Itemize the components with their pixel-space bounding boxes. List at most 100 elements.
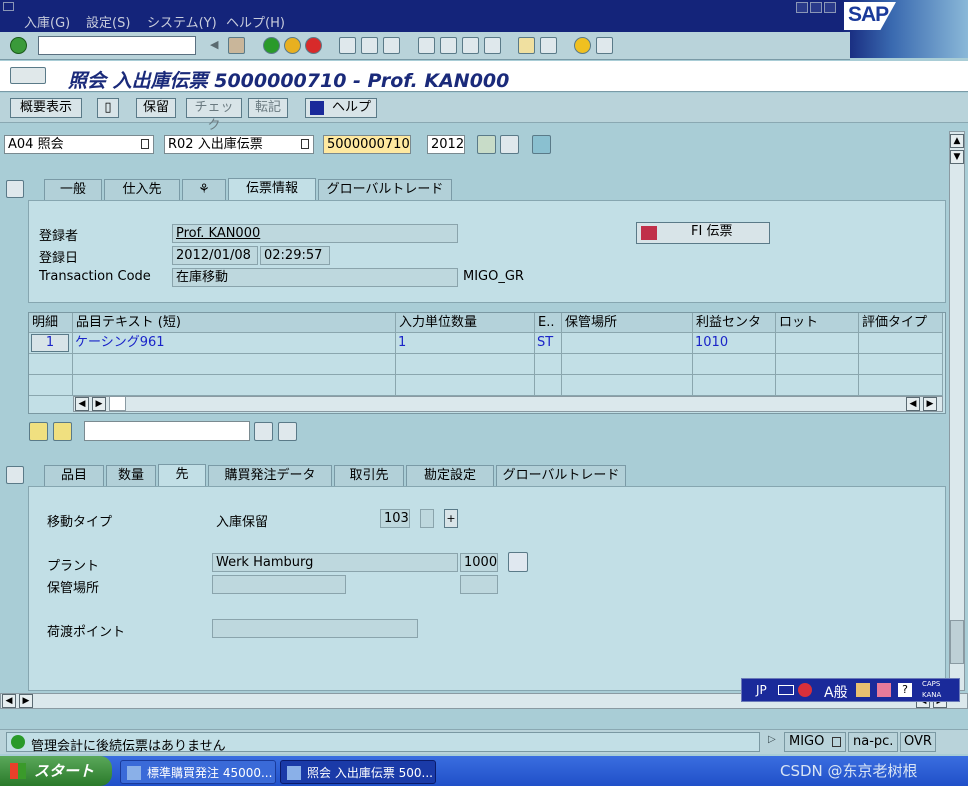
sort-icon[interactable] bbox=[29, 422, 48, 441]
menu-goods-receipt[interactable]: 入庫(G) bbox=[24, 12, 70, 31]
taskbar-item-po[interactable]: 標準購買発注 45000... bbox=[120, 760, 276, 784]
dictionary-icon[interactable] bbox=[856, 683, 870, 697]
tab-global-trade-item[interactable]: グローバルトレード bbox=[496, 465, 626, 486]
keyboard-icon[interactable] bbox=[778, 685, 794, 695]
col-valuation-type[interactable]: 評価タイプ bbox=[859, 313, 943, 333]
post-button[interactable]: 転記 bbox=[248, 98, 288, 118]
help-button[interactable]: ヘルプ bbox=[305, 98, 377, 118]
col-quantity[interactable]: 入力単位数量 bbox=[396, 313, 535, 333]
grid-scroll-thumb[interactable] bbox=[109, 396, 126, 411]
empty-cell[interactable] bbox=[776, 375, 859, 396]
empty-cell[interactable] bbox=[693, 375, 776, 396]
overview-button[interactable]: 概要表示 bbox=[10, 98, 82, 118]
scroll-left-icon[interactable]: ◀ bbox=[75, 397, 89, 411]
scroll-left-icon[interactable]: ◀ bbox=[906, 397, 920, 411]
cell-quantity[interactable]: 1 bbox=[396, 333, 535, 354]
table-row[interactable] bbox=[29, 354, 73, 375]
line-number-button[interactable]: 1 bbox=[31, 334, 69, 352]
scroll-left-icon[interactable]: ◀ bbox=[2, 694, 16, 708]
create-session-icon[interactable] bbox=[518, 37, 535, 54]
find-document-icon[interactable] bbox=[500, 135, 519, 154]
print-icon[interactable] bbox=[339, 37, 356, 54]
cell-profit-center[interactable]: 1010 bbox=[693, 333, 776, 354]
tools-icon[interactable] bbox=[877, 683, 891, 697]
display-change-icon[interactable] bbox=[10, 67, 46, 84]
first-page-icon[interactable] bbox=[418, 37, 435, 54]
tab-account-assignment[interactable]: 勘定設定 bbox=[406, 465, 494, 486]
empty-cell[interactable] bbox=[562, 375, 693, 396]
menu-settings[interactable]: 設定(S) bbox=[86, 12, 130, 31]
col-batch[interactable]: ロット bbox=[776, 313, 859, 333]
empty-cell[interactable] bbox=[396, 375, 535, 396]
ime-help-icon[interactable]: ? bbox=[898, 683, 912, 697]
scroll-thumb[interactable] bbox=[950, 620, 964, 664]
find-icon[interactable] bbox=[361, 37, 378, 54]
tab-partner[interactable]: 取引先 bbox=[334, 465, 404, 486]
layout-menu-icon[interactable] bbox=[596, 37, 613, 54]
empty-cell[interactable] bbox=[73, 375, 396, 396]
empty-cell[interactable] bbox=[859, 375, 943, 396]
tab-doc-info[interactable]: 伝票情報 bbox=[228, 178, 316, 200]
year-input[interactable]: 2012 bbox=[427, 135, 465, 154]
layout-icon[interactable] bbox=[532, 135, 551, 154]
history-arrow-icon[interactable]: ◀ bbox=[210, 37, 220, 54]
enter-icon[interactable] bbox=[10, 37, 27, 54]
command-field[interactable] bbox=[38, 36, 196, 55]
tab-quantity[interactable]: 数量 bbox=[106, 465, 156, 486]
grid-horizontal-scrollbar[interactable] bbox=[73, 396, 943, 412]
tab-vendor[interactable]: 仕入先 bbox=[104, 179, 180, 200]
movement-type-plus-button[interactable]: + bbox=[444, 509, 458, 528]
help-icon[interactable] bbox=[574, 37, 591, 54]
empty-cell[interactable] bbox=[396, 354, 535, 375]
cancel-icon[interactable] bbox=[305, 37, 322, 54]
empty-cell[interactable] bbox=[859, 354, 943, 375]
empty-cell[interactable] bbox=[535, 375, 562, 396]
vertical-scrollbar[interactable] bbox=[949, 131, 965, 691]
expand-status-icon[interactable]: ▷ bbox=[768, 734, 776, 745]
table-row[interactable] bbox=[29, 375, 73, 396]
tab-partner-icon[interactable]: ⚘ bbox=[182, 179, 226, 200]
tab-global-trade[interactable]: グローバルトレード bbox=[318, 179, 452, 200]
tab-destination[interactable]: 先 bbox=[158, 464, 206, 486]
document-number-input[interactable]: 5000000710 bbox=[323, 135, 411, 154]
col-profit-center[interactable]: 利益センタ bbox=[693, 313, 776, 333]
action-select[interactable]: A04 照会 bbox=[4, 135, 154, 154]
collapse-header-icon[interactable] bbox=[6, 180, 24, 198]
input-mode[interactable]: A般 bbox=[824, 682, 848, 702]
scroll-right-icon[interactable]: ▶ bbox=[92, 397, 106, 411]
scroll-down-icon[interactable]: ▼ bbox=[950, 150, 964, 164]
ime-language[interactable]: JP bbox=[756, 683, 767, 697]
filter-icon[interactable] bbox=[53, 422, 72, 441]
tab-po-data[interactable]: 購買発注データ bbox=[208, 465, 332, 486]
new-document-icon[interactable]: ▯ bbox=[97, 98, 119, 118]
scroll-right-icon[interactable]: ▶ bbox=[19, 694, 33, 708]
scroll-up-icon[interactable]: ▲ bbox=[950, 134, 964, 148]
exit-icon[interactable] bbox=[284, 37, 301, 54]
find-next-icon[interactable] bbox=[383, 37, 400, 54]
empty-cell[interactable] bbox=[535, 354, 562, 375]
cell-material-text[interactable]: ケーシング961 bbox=[73, 333, 396, 354]
ime-pad-icon[interactable] bbox=[798, 683, 812, 697]
close-icon[interactable] bbox=[824, 2, 836, 13]
cell-storage-location[interactable] bbox=[562, 333, 693, 354]
grid-find-next-icon[interactable] bbox=[278, 422, 297, 441]
taskbar-item-migo[interactable]: 照会 入出庫伝票 500... bbox=[280, 760, 436, 784]
check-button[interactable]: チェック bbox=[186, 98, 242, 133]
shortcut-icon[interactable] bbox=[540, 37, 557, 54]
scroll-right-icon[interactable]: ▶ bbox=[923, 397, 937, 411]
document-type-select[interactable]: R02 入出庫伝票 bbox=[164, 135, 314, 154]
save-icon[interactable] bbox=[228, 37, 245, 54]
collapse-detail-icon[interactable] bbox=[6, 466, 24, 484]
menu-system[interactable]: システム(Y) bbox=[147, 12, 217, 31]
fi-document-button[interactable]: FI 伝票 bbox=[636, 222, 770, 244]
col-material-text[interactable]: 品目テキスト (短) bbox=[73, 313, 396, 333]
next-page-icon[interactable] bbox=[462, 37, 479, 54]
empty-cell[interactable] bbox=[776, 354, 859, 375]
menu-help[interactable]: ヘルプ(H) bbox=[226, 12, 285, 31]
col-unit[interactable]: E.. bbox=[535, 313, 562, 333]
plant-address-icon[interactable] bbox=[508, 552, 528, 572]
back-icon[interactable] bbox=[263, 37, 280, 54]
cell-unit[interactable]: ST bbox=[535, 333, 562, 354]
tab-general[interactable]: 一般 bbox=[44, 179, 102, 200]
grid-search-input[interactable] bbox=[84, 421, 250, 441]
